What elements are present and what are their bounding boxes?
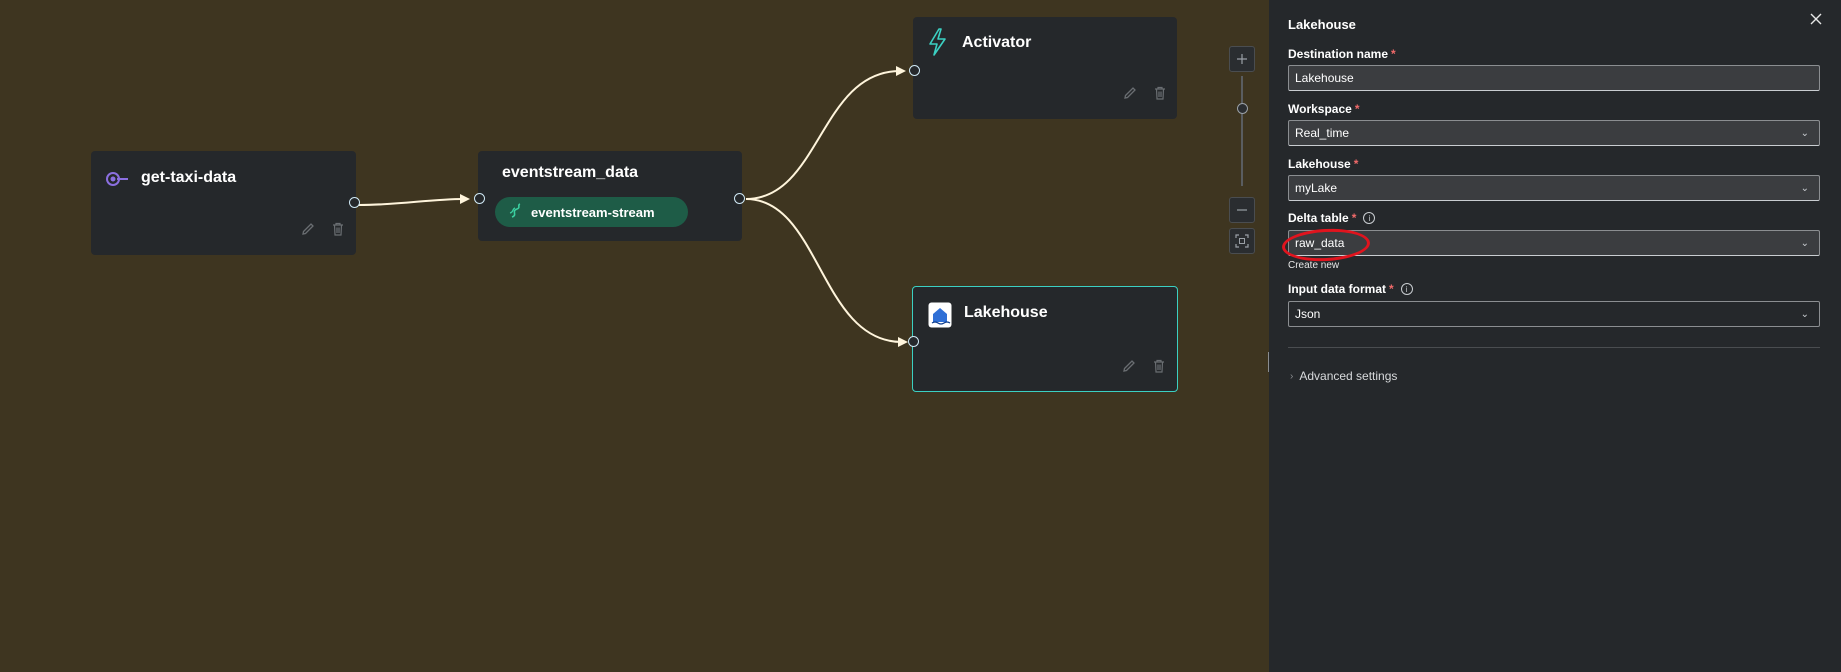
delete-icon[interactable] [328, 219, 348, 239]
select-value: myLake [1295, 181, 1338, 195]
activator-node[interactable]: Activator [909, 17, 1177, 119]
select-value: Real_time [1295, 126, 1350, 140]
node-title: Activator [962, 34, 1032, 51]
node-title: get-taxi-data [141, 169, 237, 186]
field-label: Destination name [1288, 47, 1389, 61]
select-value: Json [1295, 307, 1321, 321]
lakehouse-node[interactable]: Lakehouse [908, 286, 1178, 392]
input-format-label: Input data format * i [1288, 282, 1413, 296]
workspace-label: Workspace * [1288, 102, 1359, 116]
edge-source-to-eventstream [358, 198, 465, 206]
required-marker: * [1351, 211, 1357, 225]
edge-eventstream-to-activator [745, 70, 901, 200]
output-port[interactable] [734, 193, 745, 204]
properties-panel: Lakehouse Destination name * Lakehouse Wo… [1269, 0, 1841, 672]
field-label: Workspace [1288, 102, 1352, 116]
lakehouse-select[interactable]: myLake ⌄ [1288, 175, 1820, 201]
destination-name-label: Destination name * [1288, 47, 1396, 61]
source-node[interactable]: get-taxi-data [91, 151, 360, 255]
field-label: Delta table [1288, 211, 1349, 225]
edit-icon[interactable] [1120, 83, 1140, 103]
zoom-slider-thumb[interactable] [1237, 103, 1248, 114]
select-value: raw_data [1295, 236, 1345, 250]
output-port[interactable] [349, 197, 360, 208]
required-marker: * [1353, 157, 1359, 171]
arrowhead-lakehouse [898, 337, 908, 347]
create-new-link[interactable]: Create new [1288, 260, 1339, 271]
input-format-select[interactable]: Json ⌄ [1288, 301, 1820, 327]
field-label: Lakehouse [1288, 157, 1351, 171]
close-icon[interactable] [1807, 10, 1825, 28]
workspace-select[interactable]: Real_time ⌄ [1288, 120, 1820, 146]
lightning-icon [927, 28, 947, 61]
edit-icon[interactable] [298, 219, 318, 239]
divider [1288, 347, 1820, 348]
destination-name-input[interactable]: Lakehouse [1288, 65, 1820, 91]
input-value: Lakehouse [1295, 71, 1354, 85]
eventstream-node[interactable]: eventstream_data eventstream-stream [474, 151, 745, 241]
chevron-down-icon: ⌄ [1800, 237, 1809, 249]
input-port[interactable] [908, 336, 919, 347]
zoom-out-button[interactable] [1229, 197, 1255, 223]
advanced-settings-label: Advanced settings [1299, 369, 1398, 383]
required-marker: * [1389, 282, 1394, 296]
required-marker: * [1391, 47, 1396, 61]
advanced-settings-toggle[interactable]: › Advanced settings [1290, 369, 1397, 383]
required-marker: * [1354, 102, 1360, 116]
chevron-down-icon: ⌄ [1800, 308, 1809, 320]
input-port[interactable] [474, 193, 485, 204]
stream-chip[interactable]: eventstream-stream [495, 197, 688, 227]
chevron-down-icon: ⌄ [1800, 182, 1809, 194]
stream-icon [509, 202, 523, 222]
info-icon[interactable]: i [1363, 212, 1376, 224]
arrowhead-eventstream [460, 194, 470, 204]
lakehouse-icon [928, 302, 952, 333]
delta-table-select[interactable]: raw_data ⌄ [1288, 230, 1820, 256]
info-icon[interactable]: i [1400, 283, 1413, 295]
chevron-right-icon: › [1290, 370, 1294, 382]
node-title: eventstream_data [502, 164, 639, 181]
stream-label: eventstream-stream [531, 204, 655, 220]
arrowhead-activator [896, 66, 906, 76]
delete-icon[interactable] [1149, 356, 1169, 376]
input-port[interactable] [909, 65, 920, 76]
delta-table-label: Delta table * i [1288, 211, 1376, 225]
fit-to-view-button[interactable] [1229, 228, 1255, 254]
node-title: Lakehouse [964, 304, 1048, 321]
edit-icon[interactable] [1119, 356, 1139, 376]
field-label: Input data format [1288, 282, 1386, 296]
chevron-down-icon: ⌄ [1800, 127, 1809, 139]
panel-title: Lakehouse [1288, 17, 1356, 32]
edge-eventstream-to-lakehouse [745, 198, 903, 343]
lakehouse-label: Lakehouse * [1288, 157, 1358, 171]
zoom-in-button[interactable] [1229, 46, 1255, 72]
canvas[interactable]: get-taxi-data eventstream_data eventstre… [0, 0, 1269, 672]
source-plug-icon [105, 171, 129, 192]
zoom-track[interactable] [1241, 76, 1243, 186]
delete-icon[interactable] [1150, 83, 1170, 103]
